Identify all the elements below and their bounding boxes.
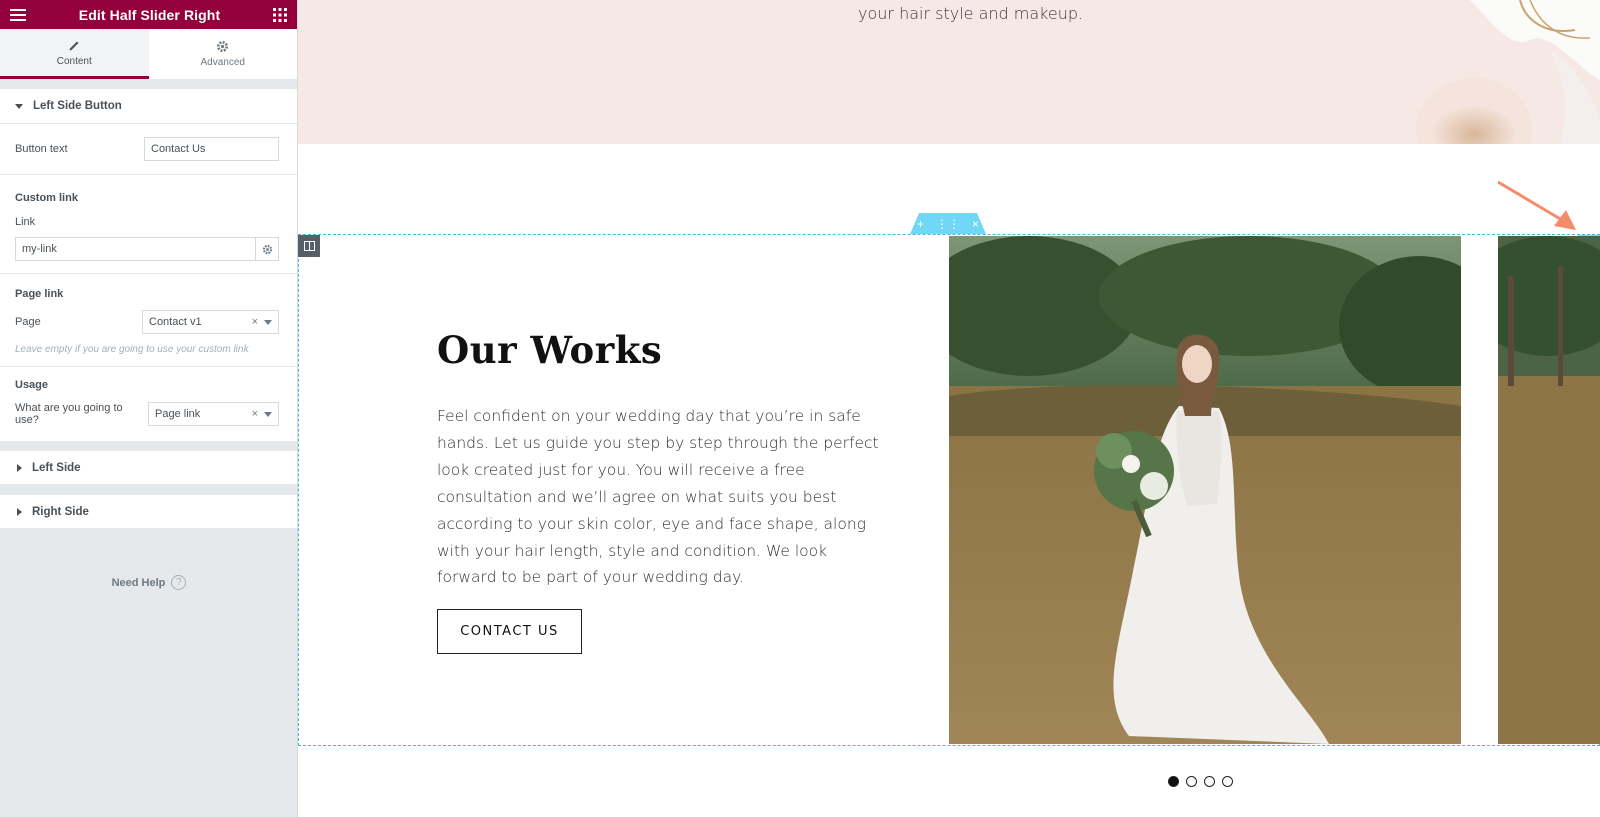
add-section-icon[interactable]: + [917, 217, 924, 231]
section-title: Left Side Button [33, 100, 122, 112]
custom-link-heading: Custom link [15, 192, 78, 204]
usage-control: What are you going to use? Page link × [0, 402, 297, 426]
tab-content[interactable]: Content [0, 29, 149, 79]
widgets-grid-icon[interactable] [273, 7, 287, 22]
need-help-link[interactable]: Need Help ? [0, 575, 298, 590]
caret-right-icon [17, 463, 22, 472]
slider-dot-3[interactable] [1204, 776, 1215, 787]
usage-heading: Usage [15, 379, 49, 391]
tab-advanced[interactable]: Advanced [149, 29, 298, 79]
need-help-label: Need Help [111, 576, 166, 589]
section-toggle-left-side-button[interactable]: Left Side Button [0, 89, 297, 124]
panel-title: Edit Half Slider Right [78, 6, 221, 23]
panel-header: Edit Half Slider Right [0, 0, 297, 29]
gear-icon [216, 40, 229, 53]
caret-down-icon [15, 103, 23, 109]
section-heading: Our Works [437, 328, 663, 372]
bride-photo [949, 236, 1461, 744]
dropdown-caret-icon [264, 411, 272, 417]
section-toggle-left-side[interactable]: Left Side [0, 451, 297, 485]
close-icon[interactable]: × [972, 217, 979, 231]
page-select-value: Contact v1 [149, 316, 202, 328]
link-label: Link [15, 216, 36, 228]
slider-dot-1[interactable] [1168, 776, 1179, 787]
page-label: Page [15, 316, 41, 328]
preview-canvas: your hair style and makeup. + ⋮⋮ × Our W… [298, 0, 1600, 817]
drag-handle-icon[interactable]: ⋮⋮ [936, 217, 960, 231]
link-control: my-link [0, 237, 297, 261]
tab-advanced-label: Advanced [200, 57, 245, 68]
left-side-button-section: Left Side Button Button text Contact Us … [0, 89, 297, 441]
section-toggle-right-side[interactable]: Right Side [0, 495, 297, 529]
section-title: Right Side [32, 505, 89, 518]
column-handle-icon[interactable] [298, 235, 320, 257]
slider-pagination [1168, 776, 1233, 787]
page-select[interactable]: Contact v1 × [142, 310, 279, 334]
next-slide-photo [1498, 236, 1600, 744]
towel-decor-image [1416, 0, 1600, 144]
usage-select-value: Page link [155, 408, 201, 420]
dropdown-caret-icon [264, 319, 272, 325]
left-side-section: Left Side [0, 451, 297, 485]
slider-dot-2[interactable] [1186, 776, 1197, 787]
hero-tagline: your hair style and makeup. [858, 4, 1084, 23]
section-title: Left Side [32, 461, 81, 474]
slider-dot-4[interactable] [1222, 776, 1233, 787]
button-text-control: Button text Contact Us [0, 124, 297, 174]
hamburger-menu-icon[interactable] [10, 8, 26, 22]
tab-content-label: Content [56, 55, 92, 67]
pencil-icon [68, 39, 81, 52]
help-icon: ? [171, 575, 187, 590]
contact-us-button[interactable]: CONTACT US [437, 609, 582, 654]
page-link-heading: Page link [15, 288, 64, 300]
clear-icon[interactable]: × [252, 316, 258, 328]
button-text-input[interactable]: Contact Us [144, 137, 279, 161]
page-control: Page Contact v1 × [0, 310, 297, 334]
annotation-arrow-icon [1498, 180, 1576, 230]
section-paragraph: Feel confident on your wedding day that … [437, 407, 879, 587]
hero-band: your hair style and makeup. [298, 0, 1600, 144]
usage-label: What are you going to use? [15, 402, 123, 426]
link-label-row: Link [0, 216, 297, 228]
editor-panel: Edit Half Slider Right Content Advanced [0, 0, 298, 817]
usage-select[interactable]: Page link × [148, 402, 279, 426]
panel-tabs: Content Advanced [0, 29, 297, 79]
caret-right-icon [17, 507, 22, 516]
link-options-gear-icon[interactable] [255, 237, 279, 261]
page-hint: Leave empty if you are going to use your… [15, 344, 249, 355]
clear-icon[interactable]: × [252, 408, 258, 420]
section-toolbar: + ⋮⋮ × [910, 213, 986, 234]
right-side-section: Right Side [0, 495, 297, 529]
link-input[interactable]: my-link [15, 237, 255, 261]
button-text-label: Button text [15, 143, 68, 155]
